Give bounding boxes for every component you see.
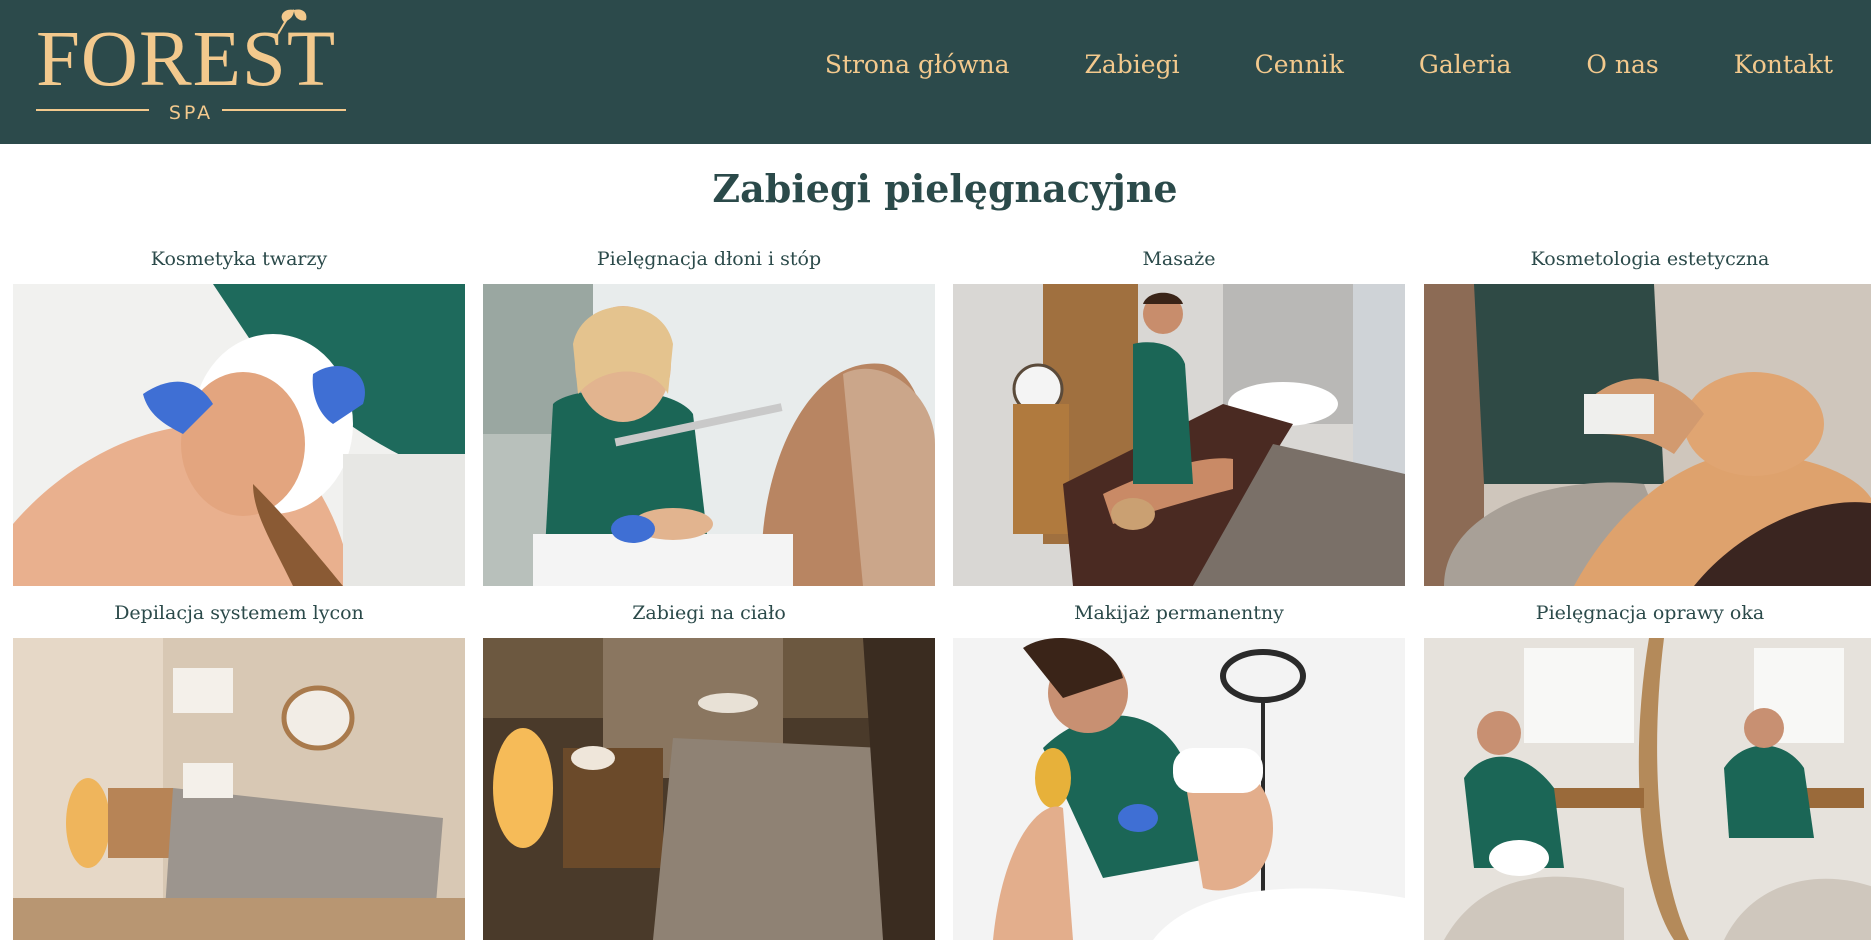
treatment-label[interactable]: Kosmetologia estetyczna [1424,248,1871,270]
treatment-label[interactable]: Kosmetyka twarzy [13,248,465,270]
main-nav: Strona główna Zabiegi Cennik Galeria O n… [825,50,1833,79]
site-header: FOREST SPA Strona główna Zabiegi Cennik … [0,0,1871,144]
nav-treatments[interactable]: Zabiegi [1085,50,1180,79]
nav-contact[interactable]: Kontakt [1734,50,1833,79]
leaf-icon [277,9,307,35]
treatment-photo[interactable] [13,638,465,940]
nav-about[interactable]: O nas [1586,50,1658,79]
treatment-photo[interactable] [953,638,1405,940]
treatment-photo[interactable] [13,284,465,586]
treatment-label[interactable]: Pielęgnacja dłoni i stóp [483,248,935,270]
brand-logo[interactable]: FOREST SPA [36,6,346,124]
treatment-label[interactable]: Pielęgnacja oprawy oka [1424,602,1871,624]
treatment-label[interactable]: Makijaż permanentny [953,602,1405,624]
treatment-label[interactable]: Masaże [953,248,1405,270]
treatment-photo[interactable] [1424,284,1871,586]
treatment-photo[interactable] [953,284,1405,586]
treatment-label[interactable]: Depilacja systemem lycon [13,602,465,624]
nav-home[interactable]: Strona główna [825,50,1010,79]
brand-sub: SPA [168,102,214,124]
page-title: Zabiegi pielęgnacyjne [712,166,1178,211]
nav-gallery[interactable]: Galeria [1419,50,1512,79]
treatment-photo[interactable] [1424,638,1871,940]
treatment-label[interactable]: Zabiegi na ciało [483,602,935,624]
nav-pricing[interactable]: Cennik [1255,50,1344,79]
treatment-photo[interactable] [483,638,935,940]
treatment-photo[interactable] [483,284,935,586]
